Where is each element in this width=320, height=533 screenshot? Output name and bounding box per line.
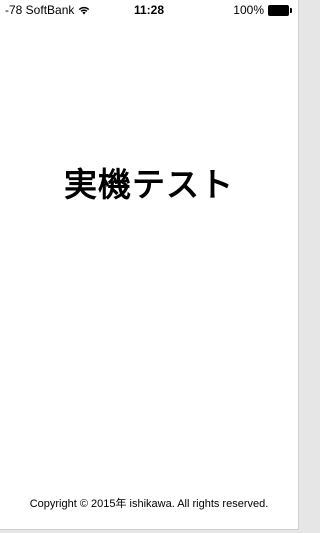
status-bar: -78 SoftBank 11:28 100% <box>0 0 298 20</box>
battery-tip <box>290 7 292 13</box>
battery-group: 100% <box>233 3 292 17</box>
copyright-text: Copyright © 2015年 ishikawa. All rights r… <box>29 498 269 510</box>
battery-icon <box>268 4 292 16</box>
battery-percent: 100% <box>233 3 264 17</box>
page-title: 実機テスト <box>64 166 234 203</box>
battery-fill <box>268 4 289 16</box>
app-screen: -78 SoftBank 11:28 100% 実機テスト Copyright … <box>0 0 299 530</box>
